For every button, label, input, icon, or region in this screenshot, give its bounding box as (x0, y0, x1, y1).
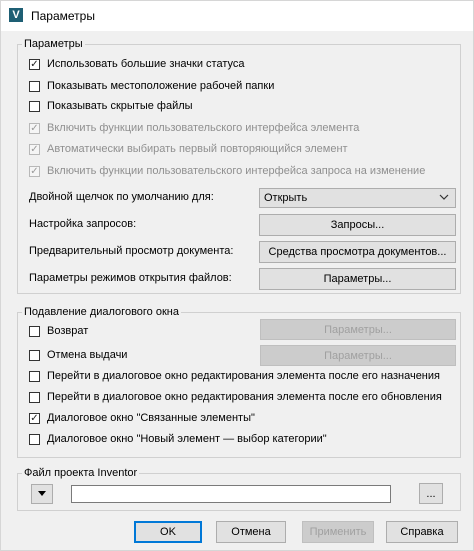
checkbox-return[interactable]: Возврат (29, 323, 88, 339)
params-group-legend: Параметры (24, 38, 83, 50)
checkbox-box[interactable] (29, 80, 40, 92)
apply-button: Применить (302, 521, 374, 543)
queries-button[interactable]: Запросы... (259, 214, 456, 236)
checkbox-box[interactable]: ✓ (29, 58, 40, 70)
double-click-label: Двойной щелчок по умолчанию для: (29, 191, 214, 203)
checkbox-label: Диалоговое окно "Связанные элементы" (47, 412, 255, 424)
cancel-button[interactable]: Отмена (216, 521, 286, 543)
vault-app-icon: V (9, 8, 23, 22)
checkbox-item-ui: ✓ Включить функции пользовательского инт… (29, 120, 359, 136)
checkbox-label: Показывать скрытые файлы (47, 100, 193, 112)
checkbox-new-item-category-dialog[interactable]: Диалоговое окно "Новый элемент — выбор к… (29, 431, 327, 447)
checkbox-change-order-ui: ✓ Включить функции пользовательского инт… (29, 163, 425, 179)
checkbox-box[interactable] (29, 325, 40, 337)
checkbox-label: Диалоговое окно "Новый элемент — выбор к… (47, 433, 327, 445)
checkbox-show-hidden-files[interactable]: Показывать скрытые файлы (29, 98, 193, 114)
undo-checkout-params-button: Параметры... (260, 345, 456, 366)
checkbox-related-items-dialog[interactable]: ✓ Диалоговое окно "Связанные элементы" (29, 410, 255, 426)
file-open-modes-label: Параметры режимов открытия файлов: (29, 272, 232, 284)
checkbox-show-working-folder[interactable]: Показывать местоположение рабочей папки (29, 78, 274, 94)
checkbox-box[interactable]: ✓ (29, 412, 40, 424)
document-preview-label: Предварительный просмотр документа: (29, 245, 234, 257)
checkbox-box: ✓ (29, 143, 40, 155)
caret-down-icon (38, 491, 46, 496)
checkbox-box: ✓ (29, 165, 40, 177)
checkbox-label: Автоматически выбирать первый повторяющи… (47, 143, 348, 155)
file-open-modes-button[interactable]: Параметры... (259, 268, 456, 290)
document-viewers-button[interactable]: Средства просмотра документов... (259, 241, 456, 263)
checkbox-label: Отмена выдачи (47, 349, 128, 361)
inventor-project-legend: Файл проекта Inventor (24, 467, 138, 479)
checkbox-label: Перейти в диалоговое окно редактирования… (47, 370, 440, 382)
window-title: Параметры (31, 9, 95, 23)
checkbox-large-status-icons[interactable]: ✓ Использовать большие значки статуса (29, 56, 245, 72)
chevron-down-icon (439, 194, 449, 200)
return-params-button: Параметры... (260, 319, 456, 340)
checkbox-box[interactable] (29, 100, 40, 112)
checkbox-label: Включить функции пользовательского интер… (47, 165, 426, 177)
double-click-value: Открыть (264, 192, 308, 204)
checkbox-auto-select-duplicate: ✓ Автоматически выбирать первый повторяю… (29, 141, 348, 157)
options-dialog: V Параметры Параметры ✓ Использовать бол… (0, 0, 474, 551)
ok-button[interactable]: OK (134, 521, 202, 543)
checkbox-label: Перейти в диалоговое окно редактирования… (47, 391, 442, 403)
queries-label: Настройка запросов: (29, 218, 137, 230)
project-dropdown-button[interactable] (31, 484, 53, 504)
checkbox-edit-after-assign[interactable]: Перейти в диалоговое окно редактирования… (29, 368, 440, 384)
title-bar: V Параметры (1, 1, 473, 31)
checkbox-undo-checkout[interactable]: Отмена выдачи (29, 347, 127, 363)
checkbox-box[interactable] (29, 433, 40, 445)
checkbox-label: Показывать местоположение рабочей папки (47, 80, 275, 92)
checkbox-box: ✓ (29, 122, 40, 134)
checkbox-label: Включить функции пользовательского интер… (47, 122, 360, 134)
project-file-path-input[interactable] (71, 485, 391, 503)
checkbox-label: Использовать большие значки статуса (47, 58, 245, 70)
double-click-select[interactable]: Открыть (259, 188, 456, 208)
dialog-suppression-legend: Подавление диалогового окна (24, 306, 179, 318)
browse-button[interactable]: ... (419, 483, 443, 504)
checkbox-box[interactable] (29, 349, 40, 361)
checkbox-box[interactable] (29, 370, 40, 382)
checkbox-edit-after-update[interactable]: Перейти в диалоговое окно редактирования… (29, 389, 442, 405)
checkbox-label: Возврат (47, 325, 89, 337)
checkbox-box[interactable] (29, 391, 40, 403)
help-button[interactable]: Справка (386, 521, 458, 543)
